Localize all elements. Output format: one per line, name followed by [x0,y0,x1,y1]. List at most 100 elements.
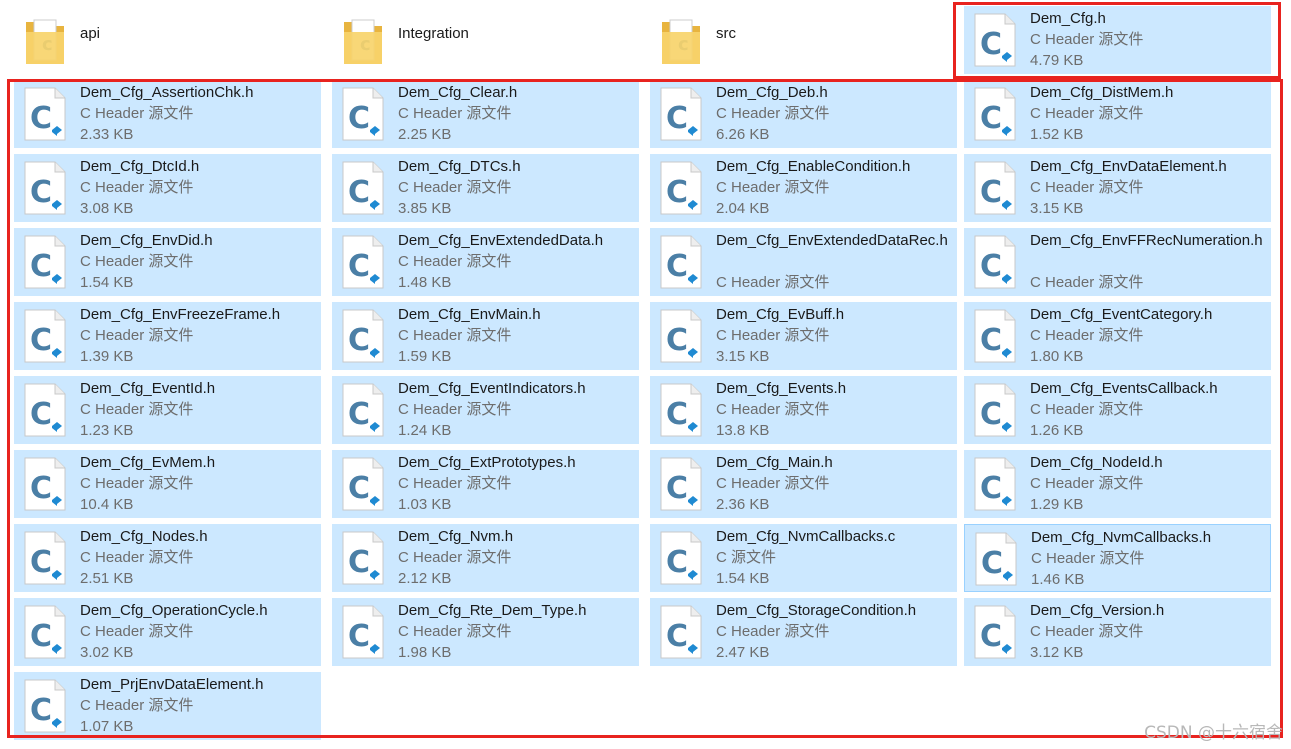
file-type: C Header 源文件 [398,623,512,640]
file-tile[interactable]: C Dem_Cfg_Clear.h C Header 源文件 2.25 KB [332,80,639,148]
file-tile[interactable]: C Dem_Cfg_DtcId.h C Header 源文件 3.08 KB [14,154,321,222]
c-file-icon: C [24,87,66,141]
svg-text:C: C [30,175,52,210]
file-name: Dem_Cfg_Deb.h [716,84,828,101]
file-name: Dem_Cfg_OperationCycle.h [80,602,268,619]
file-type: C Header 源文件 [398,475,512,492]
file-tile[interactable]: C Dem_Cfg_ExtPrototypes.h C Header 源文件 1.… [332,450,639,518]
file-tile[interactable]: C Dem_Cfg_Nodes.h C Header 源文件 2.51 KB [14,524,321,592]
file-tile[interactable]: C Dem_Cfg_DTCs.h C Header 源文件 3.85 KB [332,154,639,222]
folder-api[interactable]: c api [14,6,321,74]
c-file-icon: C [660,87,702,141]
file-tile[interactable]: C Dem_Cfg_NvmCallbacks.c C 源文件 1.54 KB [650,524,957,592]
folder-icon: c [344,19,382,64]
file-type: C Header 源文件 [80,105,194,122]
file-size: 2.04 KB [716,200,770,217]
file-type: C Header 源文件 [1030,327,1144,344]
file-name: Dem_Cfg_NvmCallbacks.h [1031,529,1212,546]
file-tile[interactable]: C Dem_Cfg_EnvExtendedDataRec.h C Header 源… [650,228,957,296]
file-type: C Header 源文件 [716,401,830,418]
file-tile[interactable]: C Dem_Cfg_EnvDataElement.h C Header 源文件 3… [964,154,1271,222]
file-name: Dem_Cfg_EnvExtendedDataRec.h [716,232,948,249]
svg-text:C: C [348,323,370,358]
file-size: 4.79 KB [1030,52,1084,69]
file-name: Dem_Cfg_Main.h [716,454,833,471]
file-size: 1.24 KB [398,422,452,439]
c-file-icon: C [24,383,66,437]
svg-text:C: C [980,175,1002,210]
svg-text:C: C [980,619,1002,654]
file-type: C Header 源文件 [1031,550,1145,567]
file-tile[interactable]: C Dem_Cfg_NodeId.h C Header 源文件 1.29 KB [964,450,1271,518]
file-tile[interactable]: C Dem_Cfg_EventIndicators.h C Header 源文件 … [332,376,639,444]
c-file-icon: C [342,161,384,215]
file-type: C Header 源文件 [398,549,512,566]
file-tile[interactable]: C Dem_Cfg_StorageCondition.h C Header 源文件… [650,598,957,666]
file-tile[interactable]: C Dem_Cfg_Version.h C Header 源文件 3.12 KB [964,598,1271,666]
file-tile[interactable]: C Dem_Cfg_EnvFreezeFrame.h C Header 源文件 1… [14,302,321,370]
file-name: Dem_Cfg_DistMem.h [1030,84,1174,101]
file-tile[interactable]: C Dem_Cfg_EnvFFRecNumeration.h C Header 源… [964,228,1271,296]
file-name: Dem_Cfg_StorageCondition.h [716,602,917,619]
file-type: C Header 源文件 [80,253,194,270]
svg-text:C: C [348,249,370,284]
file-tile[interactable]: C Dem_Cfg_Deb.h C Header 源文件 6.26 KB [650,80,957,148]
file-name: Dem_Cfg_EvBuff.h [716,306,845,323]
file-tile[interactable]: C Dem_Cfg_EvBuff.h C Header 源文件 3.15 KB [650,302,957,370]
file-size: 13.8 KB [716,422,770,439]
file-type: C Header 源文件 [398,327,512,344]
file-tile[interactable]: C Dem_Cfg_Events.h C Header 源文件 13.8 KB [650,376,957,444]
file-type: C Header 源文件 [716,623,830,640]
folder-name: api [80,25,101,42]
file-name: Dem_Cfg_DTCs.h [398,158,521,175]
c-file-icon: C [974,87,1016,141]
svg-text:C: C [666,619,688,654]
file-tile[interactable]: C Dem_Cfg_DistMem.h C Header 源文件 1.52 KB [964,80,1271,148]
file-size: 2.51 KB [80,570,134,587]
file-tile[interactable]: C Dem_Cfg_AssertionChk.h C Header 源文件 2.3… [14,80,321,148]
file-size: 2.36 KB [716,496,770,513]
file-tile[interactable]: C Dem_Cfg_EvMem.h C Header 源文件 10.4 KB [14,450,321,518]
file-size: 3.02 KB [80,644,134,661]
file-type: C Header 源文件 [1030,274,1144,291]
file-tile[interactable]: C Dem_Cfg_NvmCallbacks.h C Header 源文件 1.4… [964,524,1271,592]
file-tile[interactable]: C Dem_Cfg_EventCategory.h C Header 源文件 1.… [964,302,1271,370]
file-name: Dem_Cfg_ExtPrototypes.h [398,454,576,471]
file-tile[interactable]: C Dem_Cfg_EventsCallback.h C Header 源文件 1… [964,376,1271,444]
file-tile[interactable]: C Dem_Cfg_Main.h C Header 源文件 2.36 KB [650,450,957,518]
svg-text:C: C [348,471,370,506]
file-type: C Header 源文件 [80,623,194,640]
c-file-icon: C [974,13,1016,67]
file-tile[interactable]: C Dem_Cfg_Nvm.h C Header 源文件 2.12 KB [332,524,639,592]
file-tile[interactable]: C Dem_Cfg_EnvDid.h C Header 源文件 1.54 KB [14,228,321,296]
svg-text:C: C [666,471,688,506]
svg-text:C: C [666,397,688,432]
file-tile[interactable]: C Dem_Cfg_EnableCondition.h C Header 源文件 … [650,154,957,222]
svg-text:C: C [666,175,688,210]
file-tile[interactable]: C Dem_Cfg_Rte_Dem_Type.h C Header 源文件 1.9… [332,598,639,666]
watermark-text: CSDN @十六宿舍 [1144,723,1283,743]
file-size: 2.47 KB [716,644,770,661]
file-tile[interactable]: C Dem_PrjEnvDataElement.h C Header 源文件 1.… [14,672,321,740]
folder-src[interactable]: c src [650,6,957,74]
file-size: 1.23 KB [80,422,134,439]
file-tile[interactable]: C Dem_Cfg_OperationCycle.h C Header 源文件 3… [14,598,321,666]
c-file-icon: C [342,87,384,141]
file-type: C Header 源文件 [398,179,512,196]
svg-text:C: C [30,249,52,284]
file-tile[interactable]: C Dem_Cfg_EventId.h C Header 源文件 1.23 KB [14,376,321,444]
svg-text:C: C [666,101,688,136]
file-name: Dem_PrjEnvDataElement.h [80,676,264,693]
c-file-icon: C [660,531,702,585]
file-tile[interactable]: C Dem_Cfg_EnvExtendedData.h C Header 源文件 … [332,228,639,296]
file-size: 1.52 KB [1030,126,1084,143]
file-name: Dem_Cfg_EnvFFRecNumeration.h [1030,232,1263,249]
folder-integration[interactable]: c Integration [332,6,639,74]
svg-text:C: C [980,323,1002,358]
svg-text:C: C [348,545,370,580]
file-dem-cfg-h[interactable]: C Dem_Cfg.h C Header 源文件 4.79 KB [964,6,1271,74]
svg-text:C: C [30,545,52,580]
file-name: Dem_Cfg_Rte_Dem_Type.h [398,602,587,619]
file-tile[interactable]: C Dem_Cfg_EnvMain.h C Header 源文件 1.59 KB [332,302,639,370]
file-type: C Header 源文件 [80,549,194,566]
